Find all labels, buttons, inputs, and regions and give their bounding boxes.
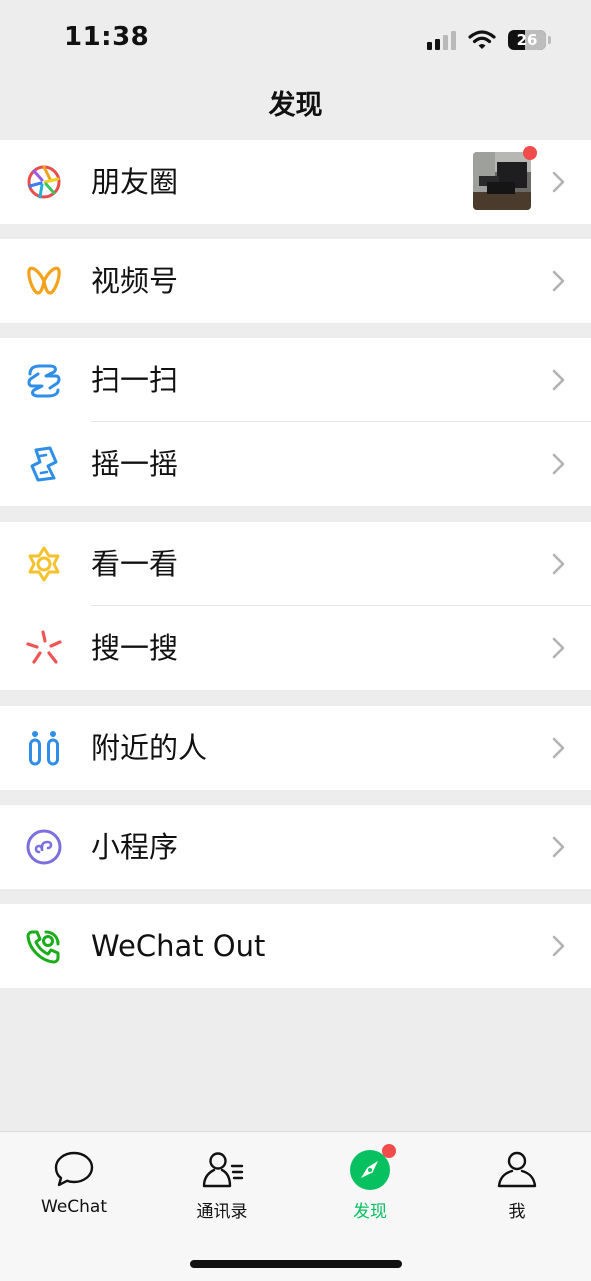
wechat-out-row[interactable]: WeChat Out bbox=[0, 904, 591, 988]
tab-bar: WeChat 通讯录 发现 我 bbox=[0, 1131, 591, 1281]
mini-programs-icon bbox=[26, 829, 62, 865]
top-stories-label: 看一看 bbox=[91, 547, 179, 581]
moments-new-badge bbox=[523, 146, 537, 160]
discover-badge bbox=[382, 1144, 396, 1158]
mini-programs-label: 小程序 bbox=[91, 830, 179, 864]
scan-icon bbox=[27, 364, 61, 398]
wechat-out-label: WeChat Out bbox=[91, 929, 266, 963]
person-icon bbox=[495, 1148, 539, 1192]
channels-group: 视频号 bbox=[0, 239, 591, 323]
phone-call-icon bbox=[26, 930, 60, 964]
search-row[interactable]: 搜一搜 bbox=[0, 606, 591, 690]
contacts-icon bbox=[200, 1148, 244, 1192]
top-stories-row[interactable]: 看一看 bbox=[0, 522, 591, 606]
tab-label: WeChat bbox=[41, 1197, 107, 1217]
chevron-right-icon bbox=[552, 369, 565, 391]
tab-me[interactable]: 我 bbox=[467, 1148, 567, 1228]
shake-label: 摇一摇 bbox=[91, 447, 179, 481]
channels-label: 视频号 bbox=[91, 264, 179, 298]
nearby-group: 附近的人 bbox=[0, 706, 591, 790]
chevron-right-icon bbox=[552, 171, 565, 193]
status-bar: 11:38 26 bbox=[0, 0, 591, 80]
status-time: 11:38 bbox=[64, 22, 150, 52]
moments-aperture-icon bbox=[27, 165, 61, 199]
search-label: 搜一搜 bbox=[91, 631, 179, 665]
channels-butterfly-icon bbox=[27, 266, 61, 295]
scan-shake-group: 扫一扫 摇一摇 bbox=[0, 338, 591, 506]
battery-icon: 26 bbox=[508, 30, 546, 50]
nearby-label: 附近的人 bbox=[91, 731, 208, 765]
search-sparkle-icon bbox=[26, 630, 62, 664]
chevron-right-icon bbox=[552, 637, 565, 659]
chevron-right-icon bbox=[552, 935, 565, 957]
moments-group: 朋友圈 bbox=[0, 140, 591, 224]
compass-icon bbox=[348, 1144, 396, 1192]
stories-search-group: 看一看 搜一搜 bbox=[0, 522, 591, 690]
moments-row[interactable]: 朋友圈 bbox=[0, 140, 591, 224]
mini-programs-group: 小程序 bbox=[0, 805, 591, 889]
cellular-signal-icon bbox=[427, 30, 456, 50]
moments-thumbnail bbox=[473, 152, 531, 210]
status-indicators: 26 bbox=[427, 26, 551, 54]
scan-row[interactable]: 扫一扫 bbox=[0, 338, 591, 422]
tab-discover[interactable]: 发现 bbox=[320, 1144, 420, 1228]
battery-cap bbox=[548, 36, 551, 44]
mini-programs-row[interactable]: 小程序 bbox=[0, 805, 591, 889]
chevron-right-icon bbox=[552, 453, 565, 475]
top-stories-star-icon bbox=[28, 546, 60, 582]
page-title: 发现 bbox=[268, 90, 323, 121]
home-indicator[interactable] bbox=[190, 1260, 402, 1268]
chevron-right-icon bbox=[552, 270, 565, 292]
chevron-right-icon bbox=[552, 737, 565, 759]
scan-label: 扫一扫 bbox=[91, 363, 179, 397]
tab-label: 我 bbox=[508, 1202, 526, 1222]
chevron-right-icon bbox=[552, 553, 565, 575]
battery-level: 26 bbox=[516, 31, 538, 49]
people-nearby-icon bbox=[29, 731, 59, 766]
tab-label: 通讯录 bbox=[196, 1202, 248, 1222]
wechat-out-group: WeChat Out bbox=[0, 904, 591, 988]
chat-bubble-icon bbox=[52, 1148, 96, 1192]
tab-label: 发现 bbox=[353, 1202, 387, 1222]
tab-contacts[interactable]: 通讯录 bbox=[172, 1148, 272, 1228]
shake-row[interactable]: 摇一摇 bbox=[0, 422, 591, 506]
channels-row[interactable]: 视频号 bbox=[0, 239, 591, 323]
chevron-right-icon bbox=[552, 836, 565, 858]
moments-label: 朋友圈 bbox=[91, 165, 179, 199]
shake-phone-icon bbox=[30, 446, 58, 482]
nearby-row[interactable]: 附近的人 bbox=[0, 706, 591, 790]
tab-wechat[interactable]: WeChat bbox=[24, 1148, 124, 1228]
wifi-icon bbox=[468, 30, 496, 49]
